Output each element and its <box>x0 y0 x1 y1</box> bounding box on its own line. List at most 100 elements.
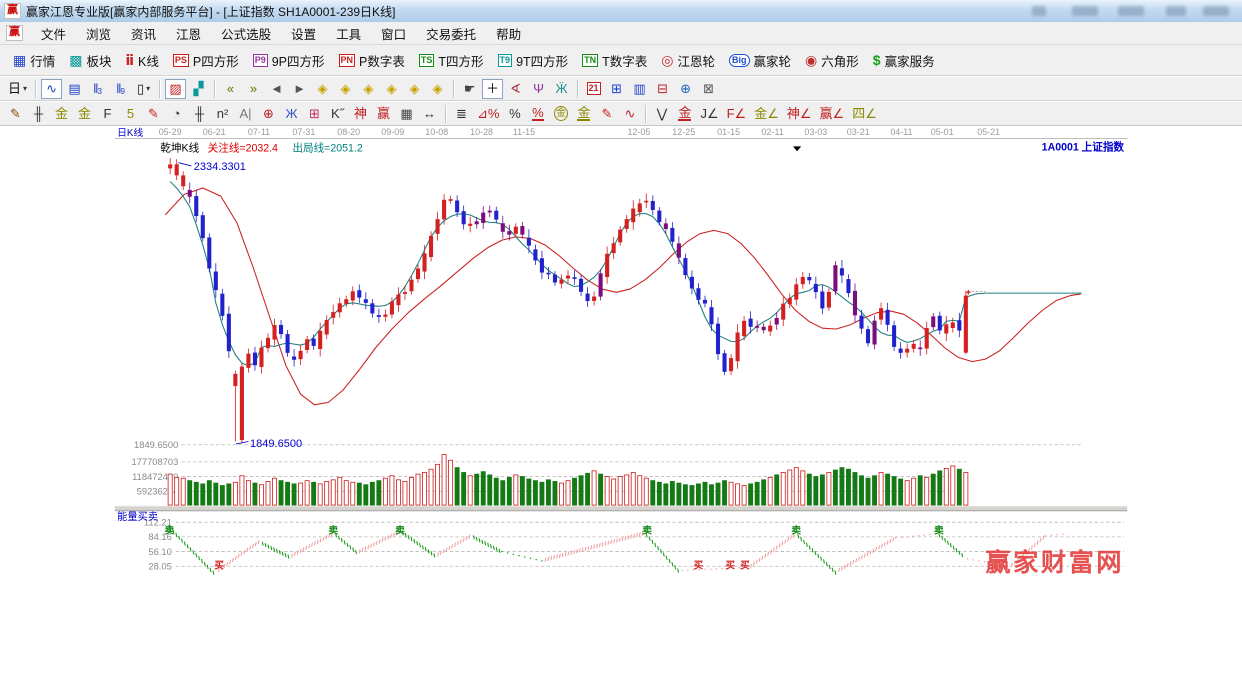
gold-line-button[interactable]: 金 <box>573 104 594 124</box>
bars-9-button[interactable]: ‖ 9 <box>110 79 131 99</box>
nav-last-button[interactable]: » <box>243 79 264 99</box>
toolbar-item-p-table[interactable]: PN P数字表 <box>332 47 412 73</box>
sell-signal: 卖 <box>164 524 174 537</box>
toolbar-item-quotes[interactable]: ▦ 行情 <box>6 47 62 73</box>
shen-angle-button[interactable]: 神∠ <box>784 104 815 124</box>
toolbar-item-hexagon[interactable]: ◉ 六角形 <box>798 47 866 73</box>
ying-angle-button[interactable]: 赢∠ <box>817 104 848 124</box>
five-ruler-button[interactable]: 5 <box>120 104 141 124</box>
cycle-clock-button[interactable]: ◔ <box>166 104 187 124</box>
app-icon[interactable]: 赢 <box>4 3 21 19</box>
calculator-button-button[interactable]: ⊞ <box>606 79 627 99</box>
toolbar-item-9p-square[interactable]: P9 9P四方形 <box>246 47 332 73</box>
f-angle-button[interactable]: F∠ <box>724 104 750 124</box>
spiral-tool-button[interactable]: Ӝ <box>551 79 572 99</box>
toolbar-item-winner-service[interactable]: $ 赢家服务 <box>866 47 942 73</box>
kline-chart-svg[interactable]: 05-29 06-21 07-11 07-31 08-20 09-09 10-08 10-28… <box>0 126 1242 682</box>
candle-style-dropdown-button[interactable]: ▯ ▾ <box>133 79 154 99</box>
shen-tool-button[interactable]: 神 <box>350 104 371 124</box>
n-square-button[interactable]: n² <box>212 104 233 124</box>
grid-circle-button[interactable]: ⊞ <box>304 104 325 124</box>
diamond-left-button[interactable]: ◈ <box>312 79 333 99</box>
info-view-button[interactable]: ▤ <box>64 79 85 99</box>
menu-item-8[interactable]: 交易委托 <box>416 22 486 45</box>
toolbar-item-9t-square[interactable]: T9 9T四方形 <box>491 47 576 73</box>
ying-tool-button[interactable]: 赢 <box>373 104 394 124</box>
notes-button-button[interactable]: ▥ <box>629 79 650 99</box>
gann-shape-tool-button[interactable]: Ψ <box>528 79 549 99</box>
comb-ruler-2-button[interactable]: ╫ <box>189 104 210 124</box>
menu-item-1[interactable]: 浏览 <box>76 22 121 45</box>
diamond-center-button[interactable]: ◈ <box>427 79 448 99</box>
chart-area[interactable]: 05-29 06-21 07-11 07-31 08-20 09-09 10-08 10-28… <box>0 126 1242 682</box>
red-pen-button[interactable]: ✎ <box>143 104 164 124</box>
period-day-dropdown-button[interactable]: 日 ▾ <box>5 79 30 99</box>
a-channel-button[interactable]: A| <box>235 104 256 124</box>
grid-123-button[interactable]: ▦ <box>396 104 417 124</box>
diamond-right-button[interactable]: ◈ <box>335 79 356 99</box>
menu-app-icon[interactable]: 赢 <box>6 25 23 41</box>
save-button-button[interactable]: ⊟ <box>652 79 673 99</box>
toolbar-item-kline[interactable]: ⅱ K线 <box>119 47 166 73</box>
toolbar-item-t-table[interactable]: TN T数字表 <box>575 47 654 73</box>
k-marks-button[interactable]: K˝ <box>327 104 348 124</box>
menu-item-4[interactable]: 公式选股 <box>211 22 281 45</box>
percent-fan-button[interactable]: ⊿% <box>474 104 502 124</box>
gold-flag-button[interactable]: 金 <box>674 104 695 124</box>
volume-profile-button[interactable]: ▞ <box>188 79 209 99</box>
gann-basket-a-button[interactable]: 金 <box>51 104 72 124</box>
wave-red-button[interactable]: ∿ <box>619 104 640 124</box>
diamond-expand-button[interactable]: ◈ <box>404 79 425 99</box>
menu-item-6[interactable]: 工具 <box>326 22 371 45</box>
nav-next-button[interactable]: ► <box>289 79 310 99</box>
f-ruler-button[interactable]: F <box>97 104 118 124</box>
buy-signal: 买 <box>694 560 704 572</box>
kline-label: K线 <box>138 54 159 69</box>
width-arrows-button[interactable]: ↔ <box>419 104 440 124</box>
menu-item-7[interactable]: 窗口 <box>371 22 416 45</box>
angle-tool-button[interactable]: ∢ <box>505 79 526 99</box>
toolbar-item-sectors[interactable]: ▩ 板块 <box>62 47 118 73</box>
menu-item-5[interactable]: 设置 <box>281 22 326 45</box>
a-channel-icon: A| <box>239 106 252 121</box>
comb-ruler-button[interactable]: ╫ <box>28 104 49 124</box>
calendar-button-button[interactable]: 21 <box>583 79 604 99</box>
diamond-hspan-button[interactable]: ◈ <box>358 79 379 99</box>
date-label: 08-20 <box>337 127 360 137</box>
menu-item-0[interactable]: 文件 <box>31 22 76 45</box>
circle-cross-button[interactable]: ⊕ <box>258 104 279 124</box>
menu-item-9[interactable]: 帮助 <box>486 22 531 45</box>
gold-circle-button[interactable]: 金 <box>550 104 571 124</box>
toolbar-item-gann-wheel[interactable]: ◎ 江恩轮 <box>654 47 722 73</box>
export-web-button-button[interactable]: ⊕ <box>675 79 696 99</box>
j-angle-button[interactable]: J∠ <box>697 104 721 124</box>
menu-item-2[interactable]: 资讯 <box>121 22 166 45</box>
nav-prev-button[interactable]: ◄ <box>266 79 287 99</box>
gann-basket-b-button[interactable]: 金 <box>74 104 95 124</box>
bars-3-button[interactable]: ‖ 3 <box>87 79 108 99</box>
toolbar-item-winner-wheel[interactable]: Big 赢家轮 <box>722 47 798 73</box>
crosshair-tool-button[interactable]: ＋ <box>482 78 504 99</box>
percent-line-button[interactable]: % <box>527 104 548 124</box>
pattern-red-button[interactable]: ▨ <box>165 78 187 99</box>
sell-signal: 卖 <box>328 524 338 537</box>
gold-circle-icon: 金 <box>553 106 568 121</box>
pen-tool-button[interactable]: ✎ <box>5 104 26 124</box>
menu-item-3[interactable]: 江恩 <box>166 22 211 45</box>
toolbar-item-t-square[interactable]: TS T四方形 <box>412 47 491 73</box>
spiral-tool-icon: Ӝ <box>555 81 568 96</box>
four-angle-button[interactable]: 四∠ <box>849 104 880 124</box>
zigzag-view-button[interactable]: ∿ <box>41 78 63 99</box>
scale-list-button[interactable]: ≣ <box>451 104 472 124</box>
hand-tool-button[interactable]: ☛ <box>459 79 480 99</box>
diamond-compress-button[interactable]: ◈ <box>381 79 402 99</box>
export-pc-button-button[interactable]: ⊠ <box>698 79 719 99</box>
resonance-star-button[interactable]: Ж <box>281 104 302 124</box>
ink-brush-button[interactable]: ✎ <box>596 104 617 124</box>
gold-angle-button[interactable]: 金∠ <box>751 104 782 124</box>
v-bottom-button[interactable]: ⋁ <box>651 104 672 124</box>
toolbar-item-p-square[interactable]: PS P四方形 <box>166 47 246 73</box>
hexagon-label: 六角形 <box>821 54 859 69</box>
nav-first-button[interactable]: « <box>220 79 241 99</box>
percent-button[interactable]: % <box>504 104 525 124</box>
